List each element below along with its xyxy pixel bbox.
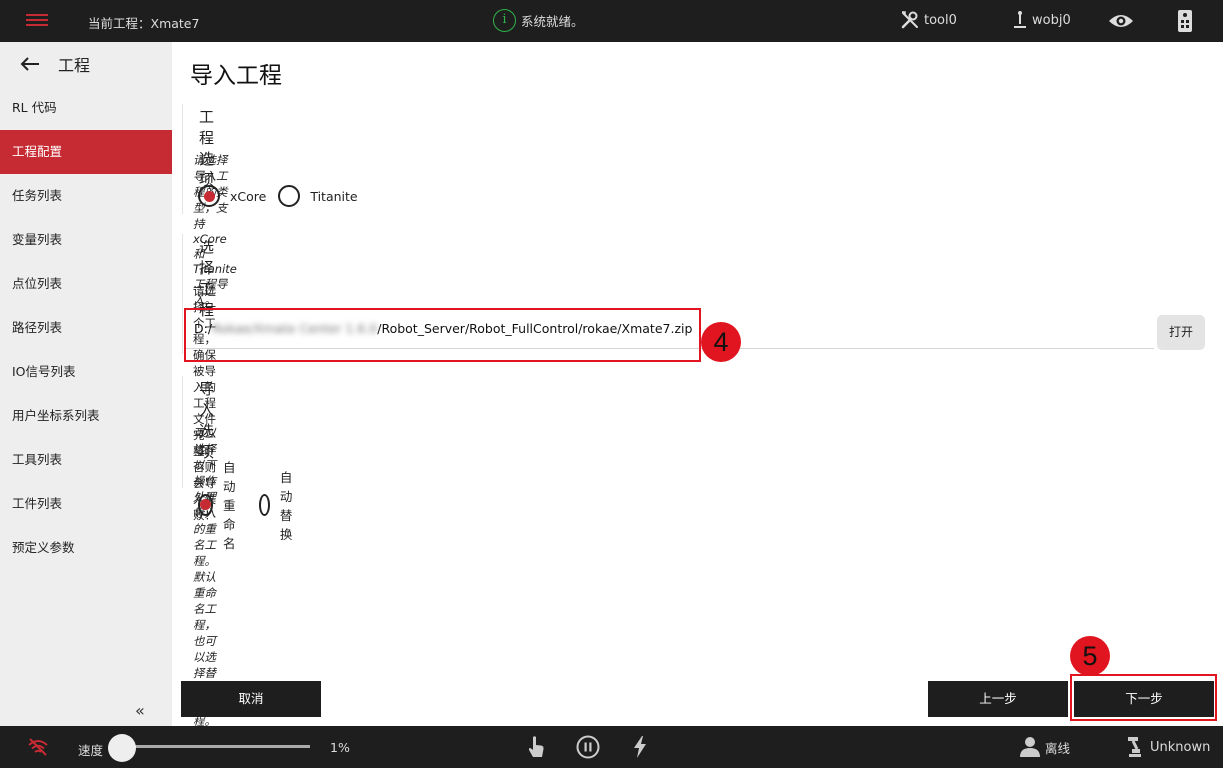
- sidebar-item-path-list[interactable]: 路径列表: [0, 306, 172, 350]
- wrench-screwdriver-icon: [901, 11, 918, 29]
- arrow-left-icon[interactable]: [20, 57, 40, 71]
- user-icon: [1020, 737, 1040, 757]
- speed-slider-track[interactable]: [122, 745, 310, 748]
- wifi-off-icon[interactable]: [27, 737, 49, 757]
- sidebar-item-user-frame-list[interactable]: 用户坐标系列表: [0, 394, 172, 438]
- top-bar: 当前工程：Xmate7 i 系统就绪。 tool0 wobj0: [0, 0, 1223, 42]
- connection-status[interactable]: 离线: [1019, 736, 1070, 758]
- collapse-sidebar-icon[interactable]: «: [135, 701, 145, 720]
- current-project-label: 当前工程：Xmate7: [88, 16, 200, 31]
- sidebar-item-point-list[interactable]: 点位列表: [0, 262, 172, 306]
- sidebar: 工程 RL 代码 工程配置 任务列表 变量列表 点位列表 路径列表 IO信号列表…: [0, 42, 172, 726]
- select-project-section: 选择工程 请选择一个工程，确保被导入的工程文件完整，否则会导入失败！: [182, 234, 216, 522]
- next-step-button[interactable]: 下一步: [1074, 681, 1214, 717]
- bottom-bar: 速度 1% 离线 Unknown: [0, 726, 1223, 768]
- project-type-radio-group: xCore Titanite: [198, 185, 370, 207]
- sidebar-title: 工程: [58, 56, 91, 75]
- status-text: 系统就绪。: [521, 14, 584, 29]
- radio-auto-rename[interactable]: [198, 493, 213, 516]
- sidebar-item-tool-list[interactable]: 工具列表: [0, 438, 172, 482]
- speed-label: 速度: [78, 743, 104, 758]
- previous-step-button[interactable]: 上一步: [928, 681, 1068, 717]
- eye-icon[interactable]: [1108, 11, 1134, 31]
- sidebar-header: 工程: [0, 42, 172, 86]
- radio-label-xcore[interactable]: xCore: [230, 189, 266, 204]
- sidebar-item-project-config[interactable]: 工程配置: [0, 130, 172, 174]
- wobj-selector[interactable]: wobj0: [1012, 10, 1071, 30]
- robot-arm-icon: [1128, 737, 1141, 757]
- blurred-path-segment: Rokae/Xmate Center 1.6.0: [212, 321, 378, 336]
- import-options-section: 导入选项 可以选择以下操作处理导入的重名工程。默认重命名工程，也可以选择替换已有…: [182, 376, 292, 728]
- radio-label-auto-replace[interactable]: 自动替换: [280, 467, 299, 543]
- pause-circle-icon[interactable]: [576, 735, 600, 759]
- sidebar-item-io-signal-list[interactable]: IO信号列表: [0, 350, 172, 394]
- speed-value: 1%: [330, 740, 350, 755]
- step-badge-4: 4: [701, 322, 741, 362]
- radio-label-titanite[interactable]: Titanite: [310, 189, 357, 204]
- sidebar-item-variable-list[interactable]: 变量列表: [0, 218, 172, 262]
- radio-auto-replace[interactable]: [258, 493, 270, 516]
- info-circle-icon: i: [493, 9, 516, 32]
- cancel-button[interactable]: 取消: [181, 681, 321, 717]
- import-mode-radio-group: 自动重命名 自动替换: [198, 457, 311, 552]
- unknown-label: Unknown: [1150, 739, 1211, 755]
- robot-mode-status[interactable]: Unknown: [1126, 736, 1210, 758]
- sidebar-item-task-list[interactable]: 任务列表: [0, 174, 172, 218]
- system-status: i 系统就绪。: [493, 9, 584, 32]
- workobject-icon: [1014, 11, 1026, 28]
- tool-label: tool0: [924, 12, 957, 28]
- sidebar-item-rl-code[interactable]: RL 代码: [0, 86, 172, 130]
- project-options-section: 工程选项 请选择导入工程的类型，支持xCore和Titanite工程导入。 xC…: [182, 104, 358, 307]
- radio-label-auto-rename[interactable]: 自动重命名: [223, 457, 247, 552]
- radio-xcore[interactable]: [198, 185, 220, 207]
- project-path-text: D:/Rokae/Xmate Center 1.6.0/Robot_Server…: [194, 321, 693, 336]
- hand-pointer-icon[interactable]: [526, 735, 546, 759]
- page-title: 导入工程: [190, 63, 282, 89]
- sidebar-item-predefined-params[interactable]: 预定义参数: [0, 526, 172, 570]
- sidebar-item-workpiece-list[interactable]: 工件列表: [0, 482, 172, 526]
- speed-slider-thumb[interactable]: [108, 734, 136, 762]
- step-badge-5: 5: [1070, 636, 1110, 676]
- main-content: 导入工程 工程选项 请选择导入工程的类型，支持xCore和Titanite工程导…: [172, 42, 1223, 728]
- lightning-bolt-icon[interactable]: [632, 735, 648, 759]
- wobj-label: wobj0: [1032, 12, 1071, 28]
- teach-pendant-icon[interactable]: [1177, 9, 1193, 33]
- tool-selector[interactable]: tool0: [900, 10, 957, 30]
- offline-label: 离线: [1045, 740, 1071, 756]
- radio-titanite[interactable]: [278, 185, 301, 207]
- hamburger-menu-icon[interactable]: [26, 11, 48, 31]
- open-button[interactable]: 打开: [1157, 315, 1205, 350]
- project-path-field[interactable]: D:/Rokae/Xmate Center 1.6.0/Robot_Server…: [184, 309, 1154, 349]
